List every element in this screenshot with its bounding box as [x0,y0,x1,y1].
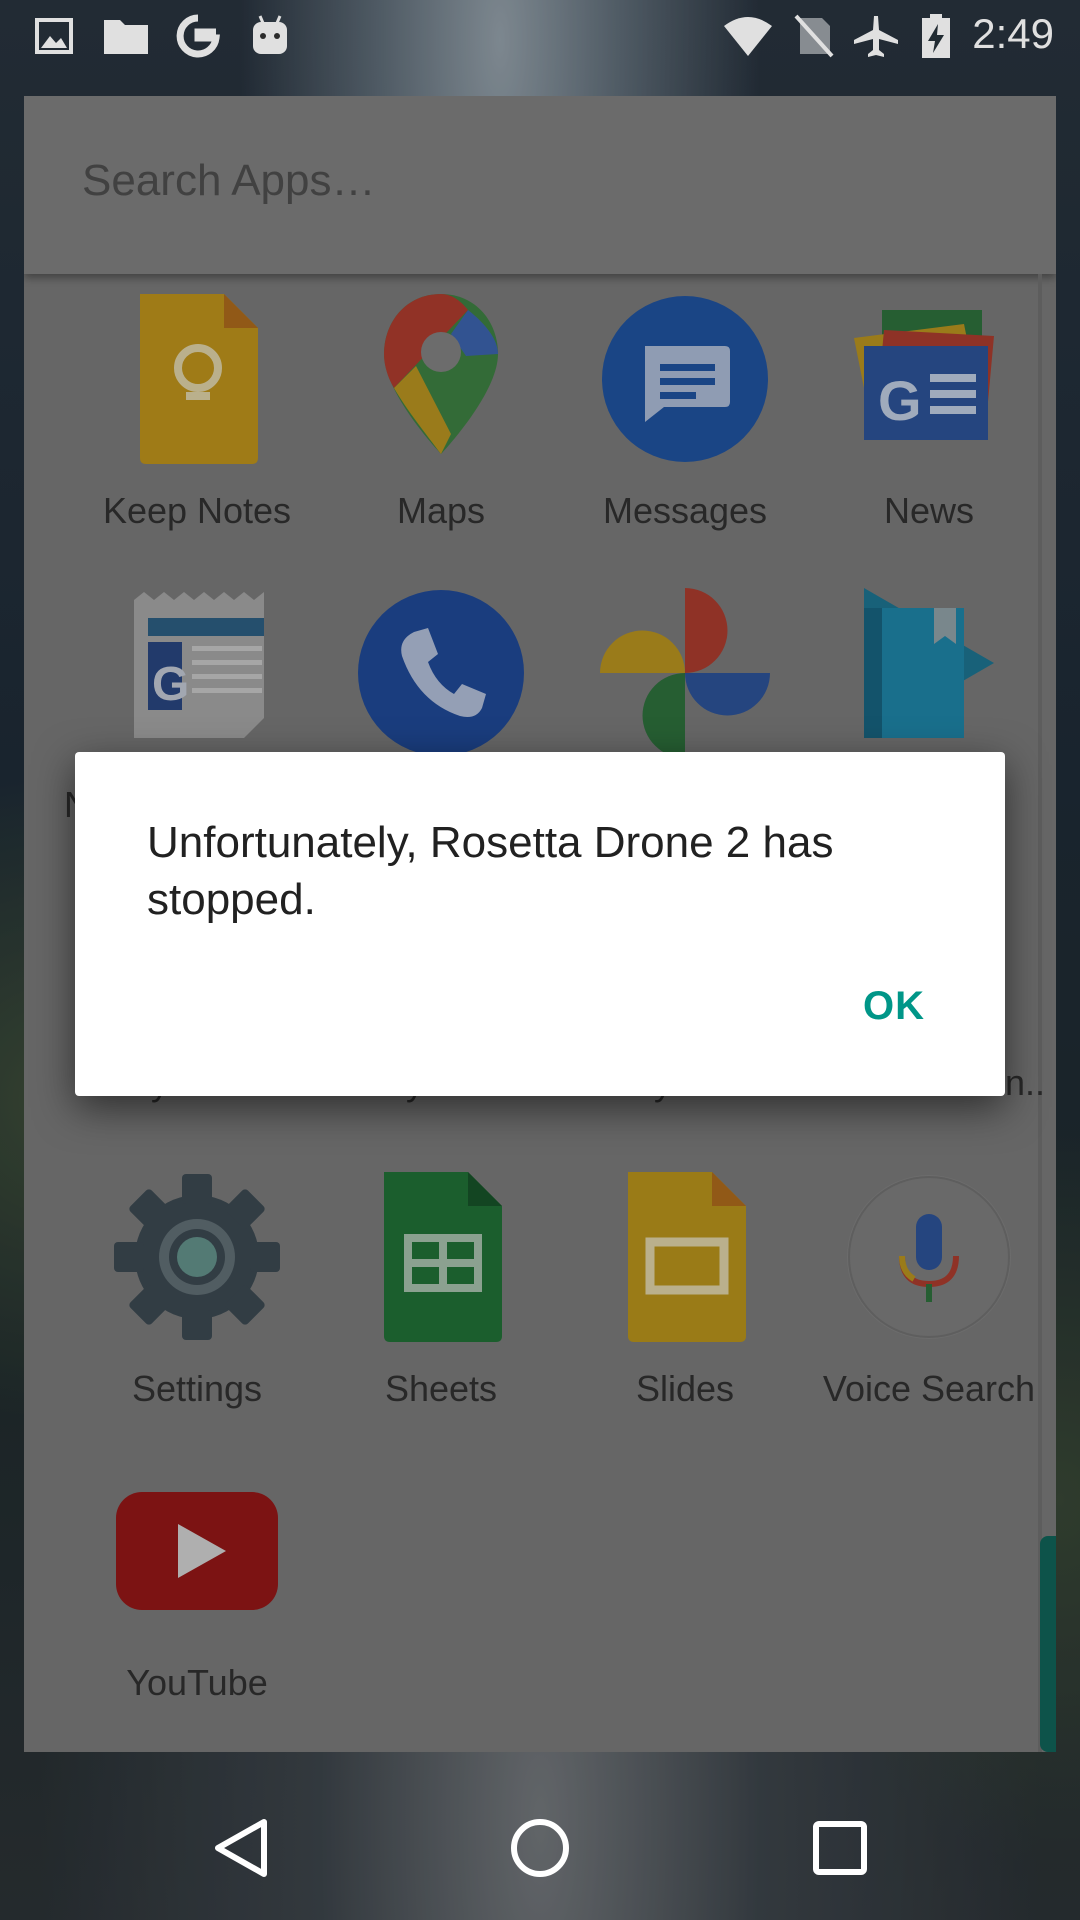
error-dialog: Unfortunately, Rosetta Drone 2 has stopp… [75,752,1005,1096]
navigation-bar [0,1770,1080,1920]
ok-button[interactable]: OK [863,984,925,1029]
recents-icon[interactable] [800,1808,880,1888]
dialog-message: Unfortunately, Rosetta Drone 2 has stopp… [147,818,834,924]
back-icon[interactable] [202,1808,282,1888]
home-icon[interactable] [500,1808,580,1888]
